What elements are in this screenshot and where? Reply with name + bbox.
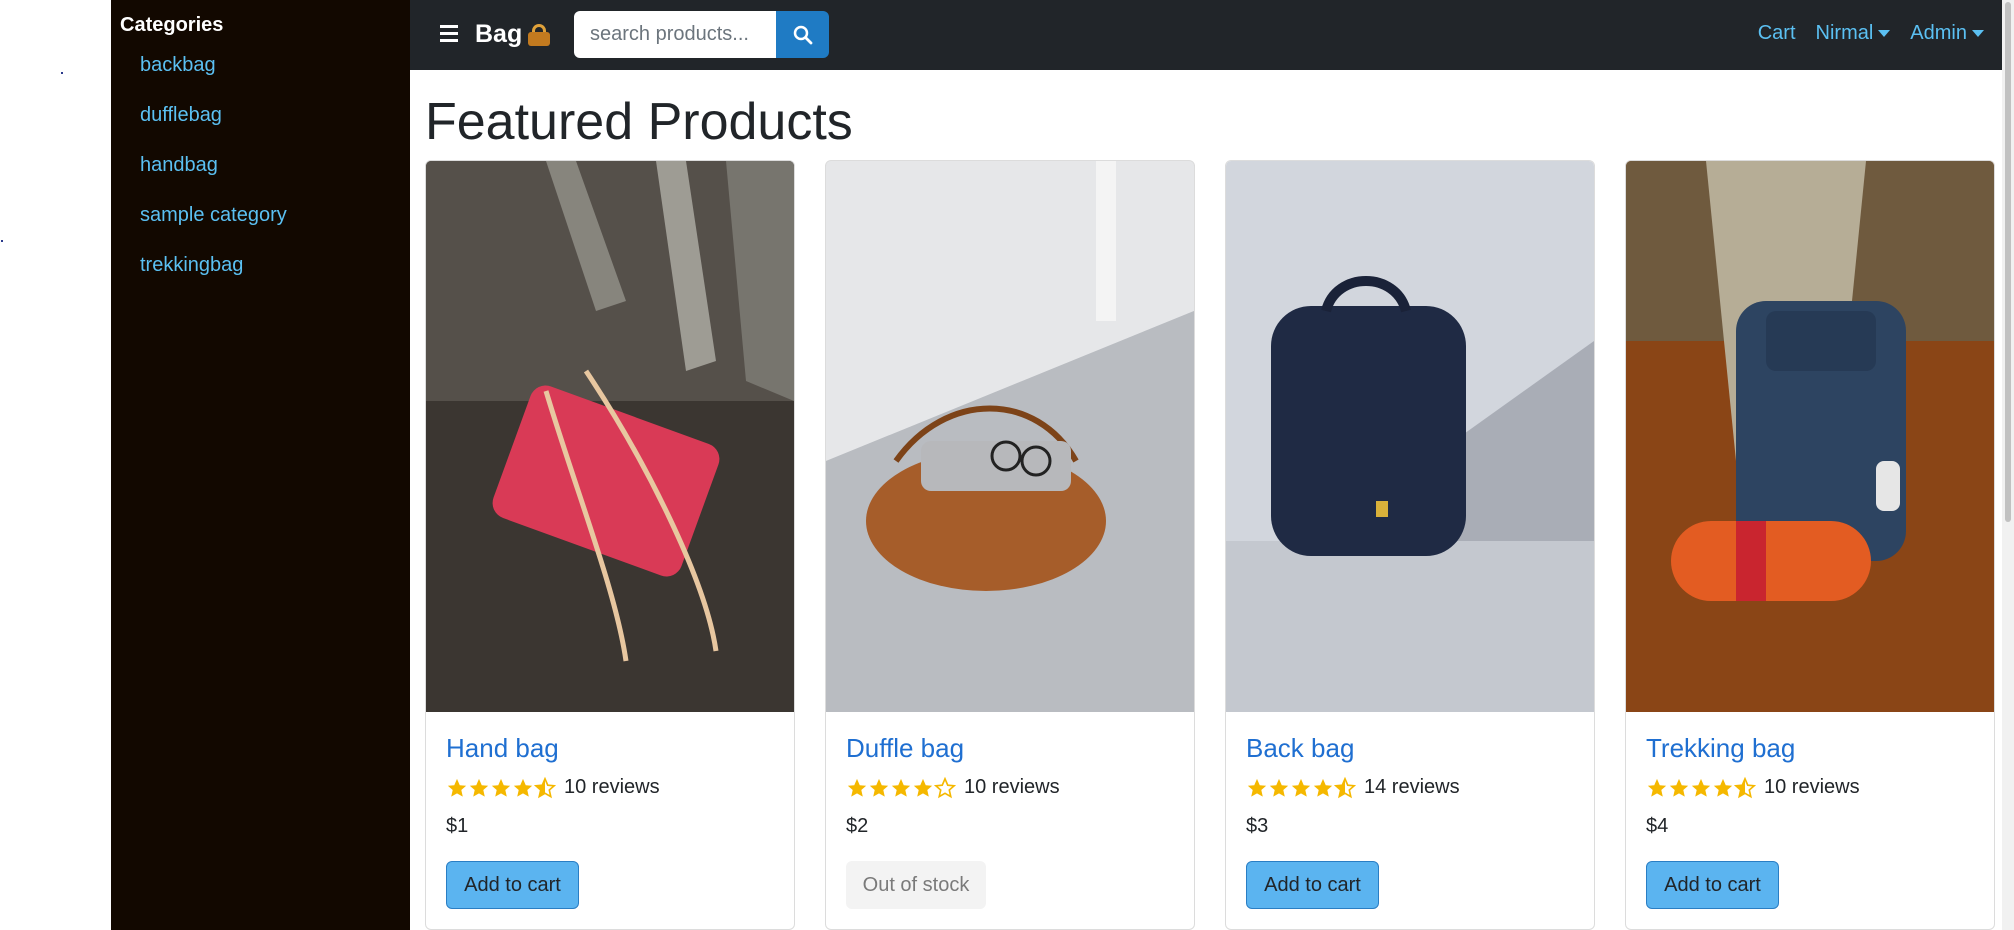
star-full-icon [447, 778, 467, 797]
star-full-icon [869, 778, 889, 797]
star-full-icon [1691, 778, 1711, 797]
brand-logo[interactable]: Bag [475, 20, 551, 49]
star-full-icon [469, 778, 489, 797]
star-full-icon [1269, 778, 1289, 797]
stray-dot [61, 72, 63, 74]
star-full-icon [1647, 778, 1667, 797]
product-title-link[interactable]: Back bag [1246, 733, 1354, 764]
product-rating: 10 reviews [1646, 776, 1860, 799]
product-rating: 14 reviews [1246, 776, 1460, 799]
product-card: Duffle bag 10 reviews $2 Out of stock [825, 160, 1195, 930]
review-count: 14 reviews [1364, 776, 1460, 798]
cart-link[interactable]: Cart [1758, 22, 1796, 45]
product-rating: 10 reviews [846, 776, 1060, 799]
review-count: 10 reviews [1764, 776, 1860, 798]
product-price: $4 [1646, 815, 1669, 837]
page-title: Featured Products [425, 93, 853, 151]
category-list: backbag dufflebag handbag sample categor… [140, 52, 287, 302]
product-image[interactable] [826, 161, 1194, 712]
left-gutter [0, 0, 111, 930]
category-sidebar: Categories backbag dufflebag handbag sam… [111, 0, 410, 930]
star-full-icon [1669, 778, 1689, 797]
star-full-icon [891, 778, 911, 797]
sidebar-item-handbag[interactable]: handbag [140, 152, 287, 202]
search-button[interactable] [776, 11, 829, 58]
menu-toggle-icon[interactable] [440, 25, 458, 43]
search-form [574, 11, 829, 58]
product-title-link[interactable]: Hand bag [446, 733, 559, 764]
product-title-link[interactable]: Trekking bag [1646, 733, 1795, 764]
sidebar-item-dufflebag[interactable]: dufflebag [140, 102, 287, 152]
star-rating [1646, 776, 1756, 799]
admin-menu-label: Admin [1910, 22, 1967, 44]
review-count: 10 reviews [964, 776, 1060, 798]
star-full-icon [1247, 778, 1267, 797]
product-price: $3 [1246, 815, 1269, 837]
star-full-icon [1713, 778, 1733, 797]
scrollbar-thumb[interactable] [2005, 2, 2011, 522]
review-count: 10 reviews [564, 776, 660, 798]
star-rating [846, 776, 956, 799]
sidebar-item-sample-category[interactable]: sample category [140, 202, 287, 252]
top-navbar: Bag Cart Nirmal Admin [410, 0, 2014, 70]
sidebar-title: Categories [120, 14, 224, 36]
star-full-icon [1313, 778, 1333, 797]
star-full-icon [913, 778, 933, 797]
star-empty-icon [934, 776, 956, 798]
add-to-cart-button[interactable]: Add to cart [446, 861, 579, 909]
product-card: Trekking bag 10 reviews $4 Add to cart [1625, 160, 1995, 930]
product-price: $2 [846, 815, 869, 837]
star-half-icon [1734, 776, 1756, 798]
user-menu-dropdown[interactable]: Nirmal [1816, 22, 1891, 45]
product-grid: Hand bag 10 reviews $1 Add to cart Duffl… [425, 160, 1995, 930]
star-half-icon [1334, 776, 1356, 798]
brand-name: Bag [475, 20, 523, 48]
product-title-link[interactable]: Duffle bag [846, 733, 964, 764]
star-full-icon [513, 778, 533, 797]
sidebar-item-trekkingbag[interactable]: trekkingbag [140, 252, 287, 302]
page-scrollbar[interactable] [2002, 0, 2014, 930]
product-image[interactable] [426, 161, 794, 712]
star-rating [446, 776, 556, 799]
navbar-links: Cart Nirmal Admin [1758, 22, 1984, 45]
star-full-icon [1291, 778, 1311, 797]
star-full-icon [491, 778, 511, 797]
add-to-cart-button[interactable]: Add to cart [1646, 861, 1779, 909]
star-full-icon [847, 778, 867, 797]
product-card: Hand bag 10 reviews $1 Add to cart [425, 160, 795, 930]
product-image[interactable] [1226, 161, 1594, 712]
product-rating: 10 reviews [446, 776, 660, 799]
stray-dot [1, 240, 3, 242]
add-to-cart-button[interactable]: Add to cart [1246, 861, 1379, 909]
search-icon [793, 25, 812, 44]
caret-down-icon [1878, 30, 1891, 37]
caret-down-icon [1972, 30, 1984, 37]
product-price: $1 [446, 815, 469, 837]
product-image[interactable] [1626, 161, 1994, 712]
star-rating [1246, 776, 1356, 799]
user-menu-label: Nirmal [1815, 22, 1874, 44]
out-of-stock-button: Out of stock [846, 861, 986, 909]
star-half-icon [534, 776, 556, 798]
product-card: Back bag 14 reviews $3 Add to cart [1225, 160, 1595, 930]
handbag-icon [528, 23, 551, 46]
search-input[interactable] [574, 11, 776, 58]
admin-menu-dropdown[interactable]: Admin [1910, 22, 1984, 45]
sidebar-item-backbag[interactable]: backbag [140, 52, 287, 102]
